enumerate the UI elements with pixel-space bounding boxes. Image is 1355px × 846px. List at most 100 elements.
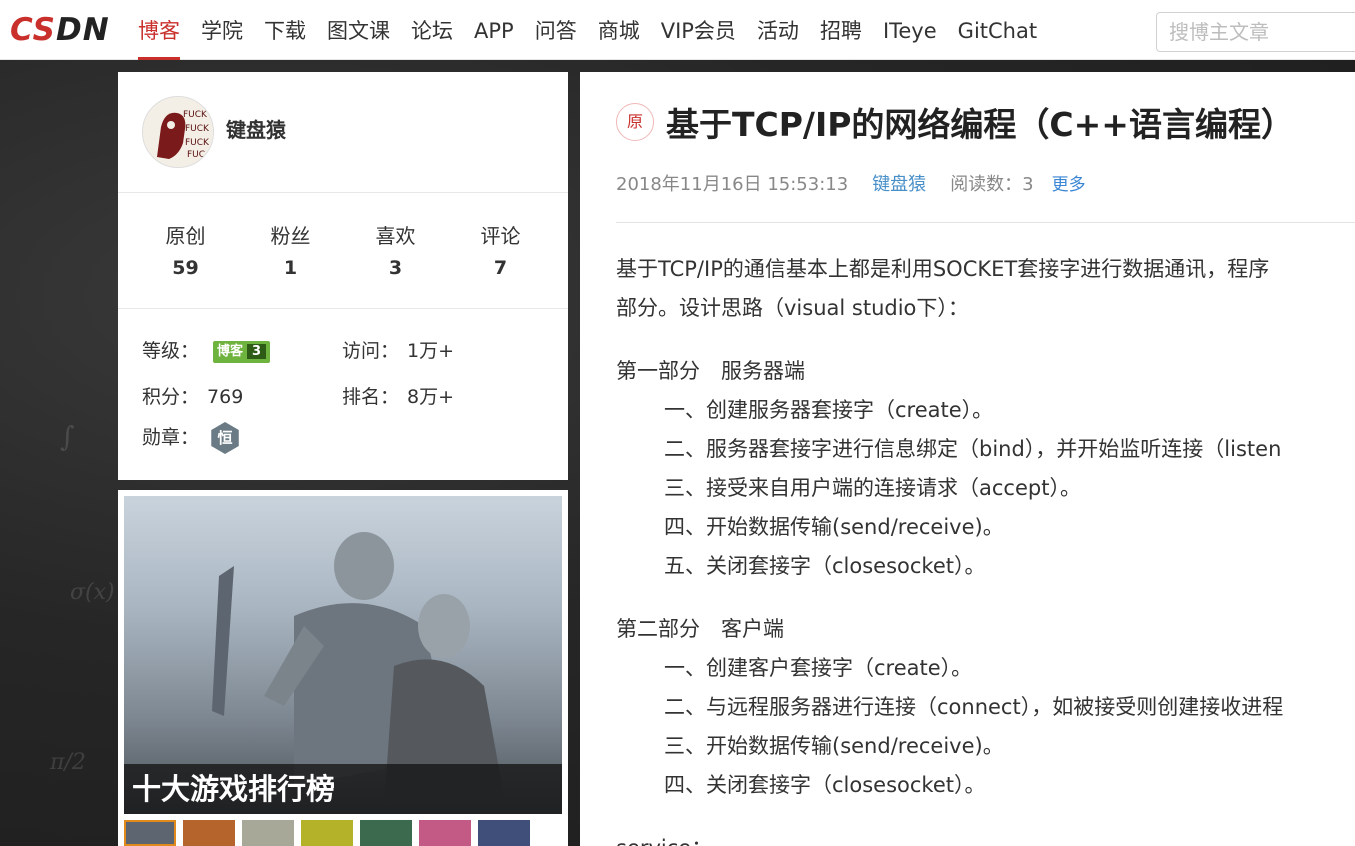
article-paragraph: 部分。设计思路（visual studio下）：	[616, 296, 969, 320]
article-meta: 2018年11月16日 15:53:13 键盘猿 阅读数：3 更多	[616, 170, 1086, 196]
top-navbar: CSDN 博客 学院 下载 图文课 论坛 APP 问答 商城 VIP会员 活动 …	[0, 0, 1355, 60]
profile-stats: 原创 59 粉丝 1 喜欢 3 评论 7	[133, 220, 553, 279]
list-item: 四、关闭套接字（closesocket）。	[664, 773, 986, 797]
section-heading: 第一部分 服务器端	[616, 359, 805, 383]
rank-label: 排名：	[342, 386, 400, 408]
list-item: 三、开始数据传输(send/receive)。	[664, 734, 1004, 758]
visits-row: 访问： 1万+	[342, 336, 454, 363]
ad-thumbnail[interactable]	[360, 820, 412, 846]
svg-text:FUCK: FUCK	[185, 138, 210, 148]
profile-card: FUCK FUCK FUCK FUC 键盘猿 原创 59 粉丝 1 喜欢 3 评…	[118, 72, 568, 480]
points-row: 积分： 769	[142, 382, 243, 409]
nav-item-iteye[interactable]: ITeye	[883, 0, 937, 60]
rank-row: 排名： 8万+	[342, 382, 454, 409]
stat-label: 粉丝	[270, 224, 311, 248]
more-link[interactable]: 更多	[1052, 175, 1086, 195]
main-nav: 博客 学院 下载 图文课 论坛 APP 问答 商城 VIP会员 活动 招聘 IT…	[138, 0, 1058, 60]
avatar-text: FUCK	[183, 110, 208, 120]
article-body: 基于TCP/IP的通信基本上都是利用SOCKET套接字进行数据通讯，程序 部分。…	[616, 250, 1355, 846]
points-label: 积分：	[142, 386, 200, 408]
list-item: 一、创建客户套接字（create）。	[664, 656, 973, 680]
divider	[118, 192, 568, 193]
profile-username[interactable]: 键盘猿	[226, 114, 286, 143]
article-paragraph: 基于TCP/IP的通信基本上都是利用SOCKET套接字进行数据通讯，程序	[616, 257, 1270, 281]
avatar[interactable]: FUCK FUCK FUCK FUC	[142, 96, 214, 168]
list-item: 五、关闭套接字（closesocket）。	[664, 554, 986, 578]
nav-item-course[interactable]: 图文课	[327, 0, 390, 60]
stat-value: 1	[283, 257, 298, 279]
stat-label: 喜欢	[375, 224, 416, 248]
stat-comments[interactable]: 评论 7	[448, 220, 553, 279]
medal-row: 勋章： 恒	[142, 422, 241, 454]
stat-label: 原创	[165, 224, 206, 248]
list-item: 二、服务器套接字进行信息绑定（bind），并开始监听连接（listen	[664, 437, 1282, 461]
nav-item-app[interactable]: APP	[474, 0, 514, 60]
stat-original[interactable]: 原创 59	[133, 220, 238, 279]
ad-thumbnail[interactable]	[478, 820, 530, 846]
level-badge[interactable]: 博客 3	[213, 340, 271, 363]
nav-item-events[interactable]: 活动	[757, 0, 799, 60]
chalk-decoration: σ(x)	[70, 580, 115, 605]
divider	[118, 308, 568, 309]
points-value: 769	[207, 386, 244, 408]
ad-image[interactable]: 十大游戏排行榜	[124, 496, 562, 814]
chalk-decoration: π/2	[50, 750, 86, 775]
csdn-logo[interactable]: CSDN	[10, 13, 110, 47]
stat-value: 7	[493, 257, 508, 279]
article-panel: 原 基于TCP/IP的网络编程（C++语言编程） 2018年11月16日 15:…	[580, 72, 1355, 846]
nav-item-jobs[interactable]: 招聘	[820, 0, 862, 60]
avatar-image-icon: FUCK FUCK FUCK FUC	[143, 97, 213, 167]
article-date: 2018年11月16日 15:53:13	[616, 174, 849, 195]
ad-thumbnail[interactable]	[124, 820, 176, 846]
ad-thumbnail[interactable]	[419, 820, 471, 846]
divider	[616, 222, 1355, 223]
level-badge-text: 博客	[217, 343, 244, 359]
nav-item-gitchat[interactable]: GitChat	[958, 0, 1037, 60]
original-badge: 原	[616, 103, 654, 141]
nav-item-forum[interactable]: 论坛	[411, 0, 453, 60]
svg-text:FUC: FUC	[187, 150, 205, 160]
logo-text-cs: CS	[10, 12, 56, 48]
level-label: 等级：	[142, 340, 200, 362]
list-item: 一、创建服务器套接字（create）。	[664, 398, 994, 422]
ad-banner[interactable]: 十大游戏排行榜	[118, 490, 568, 846]
article-title: 基于TCP/IP的网络编程（C++语言编程）	[666, 105, 1294, 144]
section-heading: 第二部分 客户端	[616, 617, 784, 641]
ad-thumbnails	[124, 820, 537, 846]
stat-value: 3	[388, 257, 403, 279]
level-row: 等级： 博客 3	[142, 336, 271, 363]
rank-value: 8万+	[407, 386, 455, 408]
ad-thumbnail[interactable]	[183, 820, 235, 846]
list-item: 二、与远程服务器进行连接（connect），如被接受则创建接收进程	[664, 695, 1284, 719]
chalk-decoration: ∫	[60, 420, 75, 453]
medal-label: 勋章：	[142, 426, 200, 449]
svg-text:FUCK: FUCK	[185, 124, 210, 134]
search-input[interactable]	[1156, 12, 1355, 52]
stat-label: 评论	[480, 224, 521, 248]
nav-item-download[interactable]: 下载	[264, 0, 306, 60]
logo-text-dn: DN	[55, 12, 110, 48]
nav-item-qa[interactable]: 问答	[535, 0, 577, 60]
ad-thumbnail[interactable]	[242, 820, 294, 846]
article-paragraph: service：	[616, 829, 1355, 846]
stat-value: 59	[172, 257, 199, 279]
medal-icon[interactable]: 恒	[211, 422, 239, 454]
stat-likes[interactable]: 喜欢 3	[343, 220, 448, 279]
ad-thumbnail[interactable]	[301, 820, 353, 846]
article-author-link[interactable]: 键盘猿	[872, 174, 926, 195]
nav-item-mall[interactable]: 商城	[598, 0, 640, 60]
nav-item-vip[interactable]: VIP会员	[661, 0, 736, 60]
visits-label: 访问：	[342, 340, 400, 362]
stat-fans[interactable]: 粉丝 1	[238, 220, 343, 279]
list-item: 三、接受来自用户端的连接请求（accept）。	[664, 476, 1081, 500]
article-read-count: 阅读数：3	[950, 174, 1034, 195]
nav-item-academy[interactable]: 学院	[201, 0, 243, 60]
ad-title[interactable]: 十大游戏排行榜	[124, 764, 562, 814]
list-item: 四、开始数据传输(send/receive)。	[664, 515, 1004, 539]
level-badge-num: 3	[247, 343, 267, 359]
nav-item-blog[interactable]: 博客	[138, 0, 180, 60]
visits-value: 1万+	[407, 340, 455, 362]
